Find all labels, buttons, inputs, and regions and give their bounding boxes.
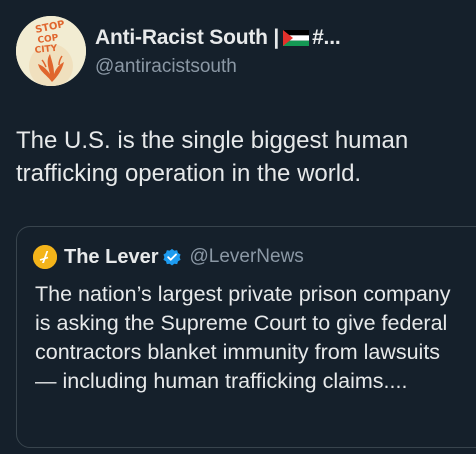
author-name-suffix: #...: [312, 26, 341, 49]
tweet[interactable]: STOP COP CITY Anti-Racist South | #... @…: [0, 0, 476, 454]
quoted-author-handle[interactable]: @LeverNews: [189, 246, 303, 268]
quoted-tweet-text: The nation’s largest private prison comp…: [35, 282, 451, 393]
quoted-tweet-card[interactable]: The Lever @LeverNews The nation’s larges…: [16, 226, 476, 448]
author-avatar[interactable]: STOP COP CITY: [16, 16, 86, 86]
author-handle[interactable]: @antiracistsouth: [95, 56, 237, 78]
author-name-row[interactable]: Anti-Racist South | #...: [95, 25, 341, 51]
palestine-flag-icon: [283, 30, 310, 46]
verified-badge-icon: [163, 248, 182, 266]
author-display-name[interactable]: Anti-Racist South |: [95, 26, 279, 50]
quoted-tweet-header: The Lever @LeverNews: [33, 244, 304, 270]
quoted-author-name[interactable]: The Lever: [64, 246, 158, 269]
stop-cop-city-avatar-icon: STOP COP CITY: [16, 16, 86, 86]
tweet-text: The U.S. is the single biggest human tra…: [16, 127, 409, 187]
the-lever-logo-icon[interactable]: [33, 245, 57, 269]
